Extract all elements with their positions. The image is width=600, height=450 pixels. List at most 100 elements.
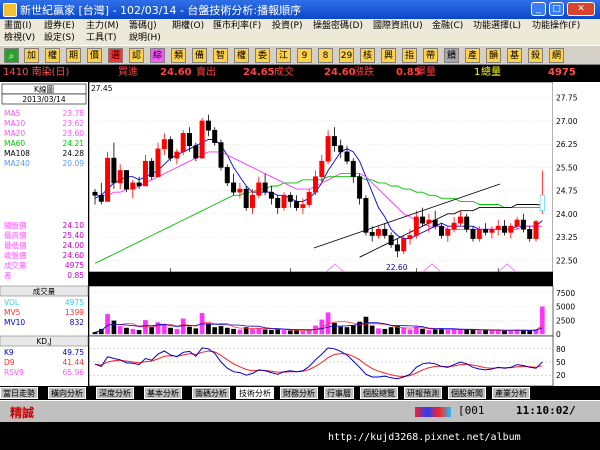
toolbar-button-4[interactable]: 選 bbox=[108, 48, 123, 63]
candle-body bbox=[193, 145, 199, 159]
candle-body bbox=[483, 229, 489, 233]
price-value: 24.10 bbox=[63, 221, 85, 230]
toolbar-button-9[interactable]: 智 bbox=[213, 48, 228, 63]
toolbar-button-23[interactable]: 基 bbox=[507, 48, 522, 63]
candle-body bbox=[394, 244, 400, 252]
toolbar-button-25[interactable]: 網 bbox=[549, 48, 564, 63]
toolbar-button-15[interactable]: 29 bbox=[339, 48, 354, 63]
volume-y-tick: 2500 bbox=[556, 316, 575, 325]
menu-item-securities[interactable]: 證券(E) bbox=[44, 20, 75, 32]
toolbar-button-16[interactable]: 核 bbox=[360, 48, 375, 63]
vol-label: MV5 bbox=[4, 308, 21, 317]
toolbar-button-20[interactable]: 饋 bbox=[444, 48, 459, 63]
candle-body bbox=[520, 219, 526, 230]
toolbar-button-8[interactable]: 備 bbox=[192, 48, 207, 63]
candle-body bbox=[111, 157, 117, 184]
tab-news[interactable]: 個股新聞 bbox=[448, 387, 486, 399]
menu-item-fx-rates[interactable]: 匯市利率(F) bbox=[213, 20, 261, 32]
search-icon[interactable]: ⌕ bbox=[4, 48, 19, 63]
tab-daily[interactable]: 當日走勢 bbox=[0, 387, 38, 399]
tab-forecast[interactable]: 研報預測 bbox=[404, 387, 442, 399]
menu-item-settings[interactable]: 設定(S) bbox=[44, 32, 75, 44]
volume-bar bbox=[470, 329, 476, 335]
volume-bar bbox=[369, 325, 375, 335]
tab-chips[interactable]: 籌碼分析 bbox=[192, 387, 230, 399]
menu-item-screen[interactable]: 畫面(I) bbox=[4, 20, 32, 32]
tab-events[interactable]: 行事曆 bbox=[324, 387, 354, 399]
candle-body bbox=[426, 219, 432, 224]
toolbar-button-10[interactable]: 權 bbox=[234, 48, 249, 63]
menu-item-chips[interactable]: 籌碼(J) bbox=[129, 20, 157, 32]
toolbar-button-13[interactable]: 9 bbox=[297, 48, 312, 63]
menu-item-function-select[interactable]: 功能選擇(L) bbox=[473, 20, 521, 32]
menu-item-finance[interactable]: 金融(C) bbox=[432, 20, 463, 32]
candle-body bbox=[438, 225, 444, 236]
tab-basic[interactable]: 基本分析 bbox=[144, 387, 182, 399]
maximize-button[interactable]: □ bbox=[549, 2, 564, 16]
tab-industry[interactable]: 產業分析 bbox=[492, 387, 530, 399]
candle-body bbox=[250, 194, 256, 208]
volume-y-tick: 5000 bbox=[556, 303, 575, 312]
volume-bar bbox=[300, 331, 306, 335]
toolbar-button-6[interactable]: 綜 bbox=[150, 48, 165, 63]
candle-body bbox=[501, 225, 507, 233]
toolbar-button-1[interactable]: 權 bbox=[45, 48, 60, 63]
menu-item-intl-info[interactable]: 國際資訊(U) bbox=[373, 20, 423, 32]
candle-body bbox=[464, 216, 470, 230]
volume-bar bbox=[350, 325, 356, 335]
volume-bar bbox=[218, 326, 224, 335]
kd-panel bbox=[88, 335, 554, 387]
tab-summary[interactable]: 個股總覽 bbox=[360, 387, 398, 399]
total-vol-value: 4975 bbox=[548, 67, 576, 78]
toolbar-button-3[interactable]: 價 bbox=[87, 48, 102, 63]
volume-bar bbox=[287, 330, 293, 335]
toolbar-button-11[interactable]: 委 bbox=[255, 48, 270, 63]
volume-bar bbox=[476, 330, 482, 335]
volume-y-tick: 0 bbox=[556, 330, 561, 339]
candle-body bbox=[243, 188, 249, 208]
menu-item-options[interactable]: 期權(O) bbox=[172, 20, 204, 32]
menu-item-tools[interactable]: 工具(T) bbox=[86, 32, 117, 44]
toolbar-button-18[interactable]: 指 bbox=[402, 48, 417, 63]
toolbar-button-0[interactable]: 加 bbox=[24, 48, 39, 63]
tab-finance[interactable]: 財務分析 bbox=[280, 387, 318, 399]
toolbar-button-2[interactable]: 期 bbox=[66, 48, 81, 63]
volume-bar bbox=[388, 327, 394, 335]
tab-technical[interactable]: 技術分析 bbox=[236, 387, 274, 399]
candle-body bbox=[401, 238, 407, 252]
menu-item-main-force[interactable]: 主力(M) bbox=[86, 20, 119, 32]
toolbar-button-14[interactable]: 8 bbox=[318, 48, 333, 63]
toolbar-button-12[interactable]: 江 bbox=[276, 48, 291, 63]
volume-bar bbox=[420, 328, 425, 335]
tab-horizontal[interactable]: 橫向分析 bbox=[48, 387, 86, 399]
candle-body bbox=[508, 225, 514, 233]
vol-value: 4975 bbox=[65, 298, 84, 307]
menu-item-help[interactable]: 說明(H) bbox=[129, 32, 161, 44]
candle-body bbox=[357, 176, 363, 199]
candle-body bbox=[407, 235, 413, 239]
price-label: 最高價 bbox=[4, 230, 27, 240]
toolbar-button-19[interactable]: 帶 bbox=[423, 48, 438, 63]
candle-body bbox=[420, 216, 426, 224]
stock-symbol: 1410 南染(日) bbox=[3, 67, 70, 78]
toolbar-button-7[interactable]: 類 bbox=[171, 48, 186, 63]
toolbar-button-22[interactable]: 韻 bbox=[486, 48, 501, 63]
minimize-button[interactable]: _ bbox=[531, 2, 546, 16]
candle-body bbox=[445, 229, 451, 236]
toolbar-button-24[interactable]: 殺 bbox=[528, 48, 543, 63]
toolbar-button-17[interactable]: 興 bbox=[381, 48, 396, 63]
volume-bar bbox=[539, 306, 545, 335]
menu-item-function-ops[interactable]: 功能操作(F) bbox=[532, 20, 580, 32]
menu-item-view[interactable]: 檢視(V) bbox=[4, 32, 35, 44]
candle-body bbox=[149, 160, 155, 177]
tab-depth[interactable]: 深度分析 bbox=[96, 387, 134, 399]
change-label: 漲跌 bbox=[354, 67, 374, 78]
menu-item-trading-code[interactable]: 操盤密碼(D) bbox=[313, 20, 363, 32]
toolbar-button-5[interactable]: 認 bbox=[129, 48, 144, 63]
menu-item-investment[interactable]: 投資(P) bbox=[272, 20, 302, 32]
candle-body bbox=[212, 129, 218, 143]
close-button[interactable]: ✕ bbox=[567, 2, 595, 16]
toolbar-button-21[interactable]: 產 bbox=[465, 48, 480, 63]
price-value: 0.85 bbox=[67, 271, 84, 280]
candle-body bbox=[199, 120, 205, 159]
